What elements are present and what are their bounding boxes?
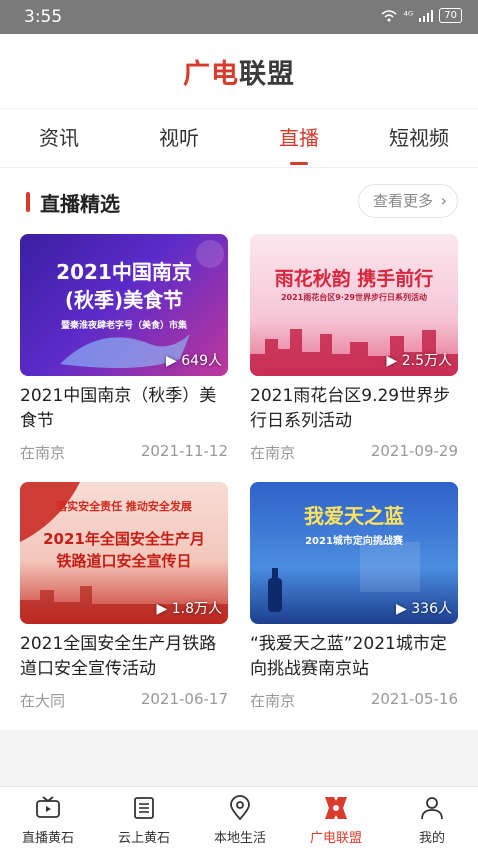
view-count-value: 649人	[181, 353, 222, 369]
active-tab-indicator	[290, 162, 308, 165]
network-type: ⁴ᴳ	[403, 9, 414, 22]
card-date: 2021-06-17	[140, 690, 228, 708]
battery-icon: 70	[439, 8, 462, 23]
category-tabs: 资讯 视听 直播 短视频	[0, 108, 478, 168]
thumb-sub-text: 暨秦淮夜肆老字号（美食）市集	[60, 321, 187, 331]
nav-label: 我的	[418, 831, 445, 846]
card-meta: 在南京 2021-09-29	[250, 442, 458, 462]
tab-short-video[interactable]: 短视频	[374, 109, 464, 169]
signal-icon	[419, 9, 434, 22]
nav-item-local[interactable]: 本地生活	[192, 787, 288, 850]
view-more-button[interactable]: 查看更多 ›	[358, 184, 458, 218]
thumb-main-text: 雨花秋韵 携手前行	[274, 268, 434, 290]
app-header: 广电联盟	[0, 34, 478, 108]
thumb-sub-text: 2021城市定向挑战赛	[305, 536, 403, 547]
thumb-sub-text: 2021雨花台区9·29世界步行日系列活动	[280, 293, 427, 302]
view-count-value: 336人	[411, 601, 452, 617]
live-section: 直播精选 查看更多 › 2021中国南京 (秋季)美食节 暨秦淮夜肆老字号（美食…	[0, 168, 478, 730]
thumb-sub-text: 落实安全责任 推动安全发展	[56, 500, 192, 513]
wifi-icon	[381, 9, 397, 21]
view-count-value: 1.8万人	[171, 601, 222, 617]
card-title: 2021全国安全生产月铁路道口安全宣传活动	[20, 634, 217, 679]
nav-label: 本地生活	[213, 831, 266, 846]
card-meta: 在南京 2021-11-12	[20, 442, 228, 462]
bottom-navigation: 直播黄石 云上黄石 本地生活 广电联盟 我的	[0, 786, 478, 850]
nav-label: 云上黄石	[117, 831, 170, 846]
card-source: 在南京	[250, 692, 296, 710]
card-date: 2021-09-29	[370, 442, 458, 460]
thumb-main-text: 2021中国南京 (秋季)美食节	[56, 260, 192, 312]
nav-item-alliance[interactable]: 广电联盟	[288, 787, 384, 850]
logo-text-part2: 联盟	[239, 59, 295, 90]
tab-live[interactable]: 直播	[254, 109, 344, 169]
view-count-value: 2.5万人	[401, 353, 452, 369]
app-logo: 广电联盟	[0, 52, 478, 91]
view-count: ▶ 2.5万人	[386, 353, 452, 369]
card-title: 2021中国南京（秋季）美食节	[20, 386, 217, 431]
view-count: ▶ 649人	[166, 353, 222, 369]
card-thumbnail: 落实安全责任 推动安全发展 2021年全国安全生产月 铁路道口安全宣传日 ▶ 1…	[20, 482, 228, 624]
live-card[interactable]: 我爱天之蓝 2021城市定向挑战赛 ▶ 336人 “我爱天之蓝”2021城市定向…	[250, 482, 458, 710]
card-date: 2021-11-12	[140, 442, 228, 460]
live-card[interactable]: 雨花秋韵 携手前行 2021雨花台区9·29世界步行日系列活动 ▶ 2.5万人 …	[250, 234, 458, 462]
section-title: 直播精选	[40, 192, 120, 216]
card-thumbnail: 我爱天之蓝 2021城市定向挑战赛 ▶ 336人	[250, 482, 458, 624]
tab-live-label: 直播	[279, 126, 319, 150]
tv-icon	[36, 796, 60, 818]
view-count: ▶ 1.8万人	[156, 601, 222, 617]
view-more-label: 查看更多	[373, 192, 434, 210]
card-date: 2021-05-16	[370, 690, 458, 708]
nav-item-live[interactable]: 直播黄石	[0, 787, 96, 850]
status-time: 3:55	[24, 7, 63, 27]
chevron-right-icon: ›	[440, 191, 447, 210]
nav-item-cloud[interactable]: 云上黄石	[96, 787, 192, 850]
live-card[interactable]: 落实安全责任 推动安全发展 2021年全国安全生产月 铁路道口安全宣传日 ▶ 1…	[20, 482, 228, 710]
nav-item-profile[interactable]: 我的	[384, 787, 478, 850]
view-count: ▶ 336人	[396, 601, 452, 617]
live-card[interactable]: 2021中国南京 (秋季)美食节 暨秦淮夜肆老字号（美食）市集 ▶ 649人 2…	[20, 234, 228, 462]
card-source: 在南京	[250, 444, 296, 462]
card-source: 在大同	[20, 692, 66, 710]
user-icon	[421, 797, 443, 820]
thumb-main-text: 2021年全国安全生产月 铁路道口安全宣传日	[43, 530, 205, 570]
location-icon	[230, 795, 250, 821]
logo-text-part1: 广电	[183, 59, 239, 90]
nav-label: 直播黄石	[21, 831, 74, 846]
section-marker	[26, 192, 30, 212]
card-thumbnail: 2021中国南京 (秋季)美食节 暨秦淮夜肆老字号（美食）市集 ▶ 649人	[20, 234, 228, 376]
card-thumbnail: 雨花秋韵 携手前行 2021雨花台区9·29世界步行日系列活动 ▶ 2.5万人	[250, 234, 458, 376]
card-title: “我爱天之蓝”2021城市定向挑战赛南京站	[250, 634, 447, 679]
card-meta: 在南京 2021-05-16	[250, 690, 458, 710]
thumb-main-text: 我爱天之蓝	[304, 504, 404, 528]
status-bar: 3:55 ⁴ᴳ 70	[0, 0, 478, 34]
card-meta: 在大同 2021-06-17	[20, 690, 228, 710]
card-title: 2021雨花台区9.29世界步行日系列活动	[250, 386, 451, 431]
nav-label: 广电联盟	[309, 831, 362, 846]
card-source: 在南京	[20, 444, 66, 462]
tab-media[interactable]: 视听	[134, 109, 224, 169]
tab-news[interactable]: 资讯	[14, 109, 104, 169]
alliance-icon	[325, 797, 347, 819]
status-icons: ⁴ᴳ 70	[381, 8, 462, 23]
document-icon	[134, 797, 154, 819]
